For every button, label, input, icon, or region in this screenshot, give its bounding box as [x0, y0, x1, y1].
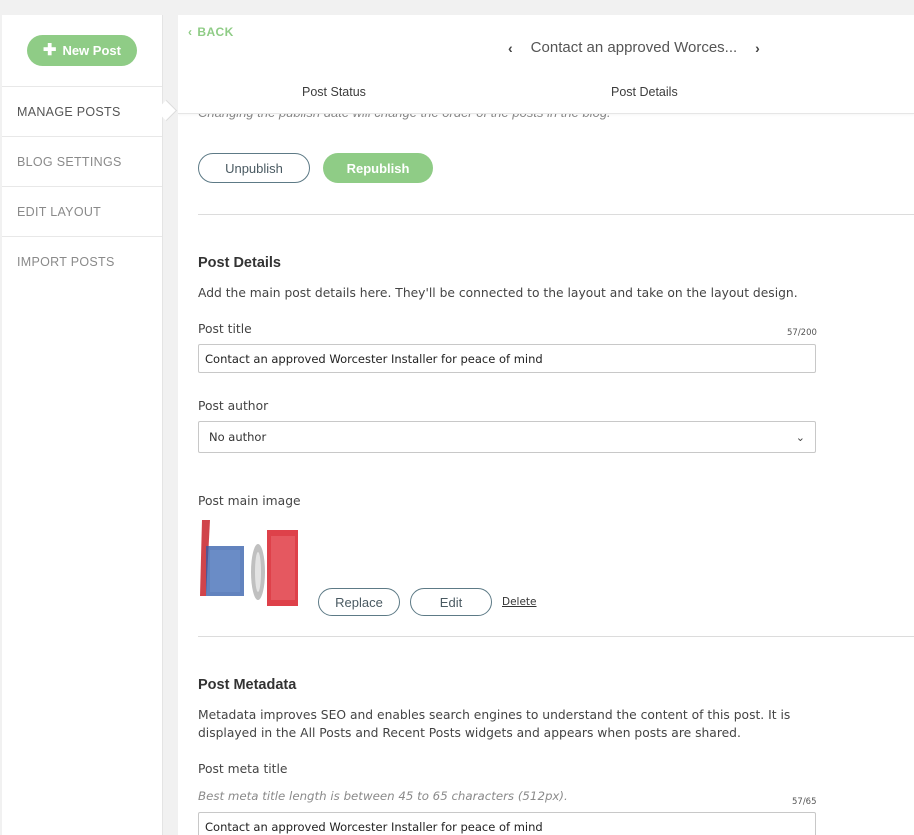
meta-title-hint: Best meta title length is between 45 to …: [198, 789, 568, 803]
sidebar-item-label: EDIT LAYOUT: [17, 204, 102, 219]
post-main-image[interactable]: [198, 516, 298, 614]
sidebar-item-edit-layout[interactable]: EDIT LAYOUT: [2, 186, 162, 236]
current-post-title: Contact an approved Worces...: [530, 39, 738, 56]
replace-image-button[interactable]: Replace: [318, 588, 400, 616]
chevron-down-icon: ⌄: [795, 430, 805, 444]
back-label: BACK: [197, 25, 234, 39]
sidebar-item-label: IMPORT POSTS: [17, 254, 115, 269]
post-header: ‹ BACK ‹ Contact an approved Worces... ›…: [178, 15, 914, 114]
sidebar-item-label: MANAGE POSTS: [17, 104, 121, 119]
post-details-description: Add the main post details here. They'll …: [198, 286, 798, 300]
sidebar: ✚ New Post MANAGE POSTS BLOG SETTINGS ED…: [2, 15, 178, 835]
edit-label: Edit: [439, 594, 463, 610]
post-title-input[interactable]: Contact an approved Worcester Installer …: [198, 344, 816, 373]
plus-icon: ✚: [43, 41, 57, 59]
meta-title-counter: 57/65: [792, 797, 817, 807]
divider: [198, 214, 914, 215]
new-post-button[interactable]: ✚ New Post: [27, 35, 137, 66]
worcester-bosch-logo-image: [198, 516, 298, 614]
delete-image-link[interactable]: Delete: [502, 596, 537, 608]
post-details-heading: Post Details: [198, 255, 281, 271]
replace-label: Replace: [335, 594, 383, 610]
back-link[interactable]: ‹ BACK: [188, 25, 234, 39]
post-switcher: ‹ Contact an approved Worces... ›: [508, 39, 760, 56]
meta-title-value: Contact an approved Worcester Installer …: [205, 819, 543, 834]
unpublish-label: Unpublish: [225, 160, 283, 176]
post-metadata-heading: Post Metadata: [198, 677, 297, 693]
sidebar-item-import-posts[interactable]: IMPORT POSTS: [2, 236, 162, 286]
meta-title-input[interactable]: Contact an approved Worcester Installer …: [198, 812, 816, 835]
post-author-select[interactable]: No author ⌄: [198, 421, 816, 453]
republish-label: Republish: [346, 160, 410, 176]
main-panel: ‹ BACK ‹ Contact an approved Worces... ›…: [178, 15, 914, 835]
post-image-label: Post main image: [198, 494, 301, 508]
chevron-left-icon: ‹: [188, 25, 193, 39]
chevron-right-icon[interactable]: ›: [755, 40, 760, 56]
sidebar-nav: MANAGE POSTS BLOG SETTINGS EDIT LAYOUT I…: [2, 86, 178, 286]
post-title-counter: 57/200: [787, 328, 817, 338]
active-indicator: [155, 99, 178, 122]
post-metadata-description: Metadata improves SEO and enables search…: [198, 708, 791, 740]
tab-post-details[interactable]: Post Details: [611, 85, 678, 99]
sidebar-item-manage-posts[interactable]: MANAGE POSTS: [2, 86, 178, 136]
meta-title-label: Post meta title: [198, 762, 288, 776]
post-author-label: Post author: [198, 399, 269, 413]
divider: [198, 636, 914, 637]
sidebar-item-label: BLOG SETTINGS: [17, 154, 122, 169]
edit-image-button[interactable]: Edit: [410, 588, 492, 616]
post-title-value: Contact an approved Worcester Installer …: [205, 351, 543, 366]
chevron-left-icon[interactable]: ‹: [508, 40, 513, 56]
republish-button[interactable]: Republish: [323, 153, 433, 183]
unpublish-button[interactable]: Unpublish: [198, 153, 310, 183]
post-author-value: No author: [209, 430, 267, 444]
sidebar-item-blog-settings[interactable]: BLOG SETTINGS: [2, 136, 162, 186]
new-post-label: New Post: [62, 43, 121, 58]
post-title-label: Post title: [198, 322, 252, 336]
tab-post-status[interactable]: Post Status: [302, 85, 366, 99]
